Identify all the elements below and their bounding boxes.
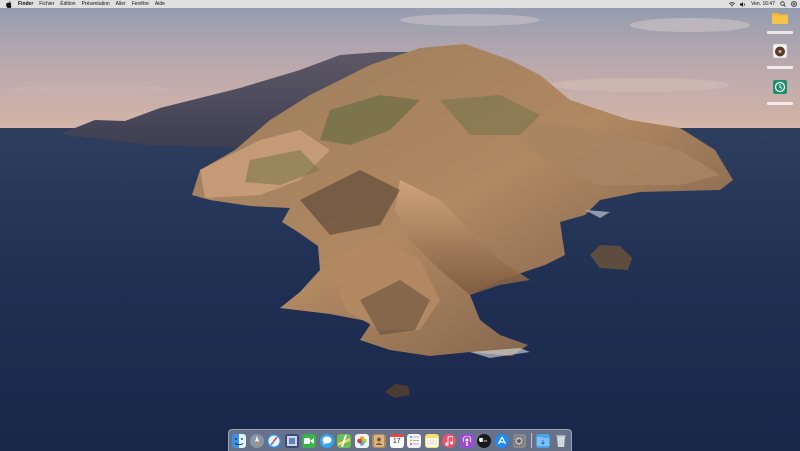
control-center-icon[interactable] — [791, 1, 797, 7]
calendar-day: 17 — [392, 438, 401, 445]
calendar-icon[interactable]: 17 — [389, 433, 404, 448]
maps-icon[interactable] — [337, 433, 352, 448]
desktop-item-folder[interactable] — [765, 11, 795, 34]
photos-icon[interactable] — [354, 433, 369, 448]
downloads-folder-icon[interactable] — [536, 433, 551, 448]
svg-text:tv: tv — [485, 438, 488, 443]
app-store-icon[interactable] — [494, 433, 509, 448]
menu-go[interactable]: Aller — [116, 0, 126, 8]
desktop-item-label — [767, 31, 793, 34]
trash-icon[interactable] — [554, 434, 568, 448]
apple-logo-icon[interactable] — [5, 0, 12, 8]
menu-file[interactable]: Fichier — [39, 0, 54, 8]
messages-icon[interactable] — [319, 433, 334, 448]
facetime-icon[interactable] — [302, 433, 317, 448]
search-icon[interactable] — [780, 1, 786, 7]
wifi-icon[interactable] — [729, 1, 736, 7]
menu-bar: Finder Fichier Édition Présentation Alle… — [0, 0, 800, 8]
reminders-icon[interactable] — [407, 433, 422, 448]
menu-app-name[interactable]: Finder — [18, 0, 33, 8]
desktop-item-disk-image[interactable] — [765, 43, 795, 69]
menu-window[interactable]: Fenêtre — [132, 0, 149, 8]
system-preferences-icon[interactable] — [512, 433, 527, 448]
photo-booth-icon[interactable] — [284, 433, 299, 448]
menu-view[interactable]: Présentation — [82, 0, 110, 8]
time-machine-icon — [772, 79, 788, 100]
disk-image-icon — [772, 43, 788, 64]
notes-icon[interactable] — [424, 433, 439, 448]
podcasts-icon[interactable] — [459, 433, 474, 448]
menu-edit[interactable]: Édition — [60, 0, 75, 8]
menu-bar-clock[interactable]: Ven. 16:47 — [751, 0, 775, 8]
desktop-item-time-machine[interactable] — [765, 79, 795, 105]
dock: 17 tv — [228, 429, 572, 451]
menu-help[interactable]: Aide — [155, 0, 165, 8]
safari-icon[interactable] — [267, 433, 282, 448]
desktop-wallpaper — [0, 0, 800, 451]
desktop-item-label — [767, 66, 793, 69]
dock-separator — [531, 433, 533, 448]
folder-icon — [772, 11, 788, 29]
volume-icon[interactable] — [740, 1, 746, 7]
finder-icon[interactable] — [232, 433, 246, 448]
contacts-icon[interactable] — [372, 433, 387, 448]
apple-tv-icon[interactable]: tv — [477, 433, 492, 448]
music-icon[interactable] — [442, 433, 457, 448]
desktop-item-label — [767, 102, 793, 105]
launchpad-icon[interactable] — [249, 433, 264, 448]
